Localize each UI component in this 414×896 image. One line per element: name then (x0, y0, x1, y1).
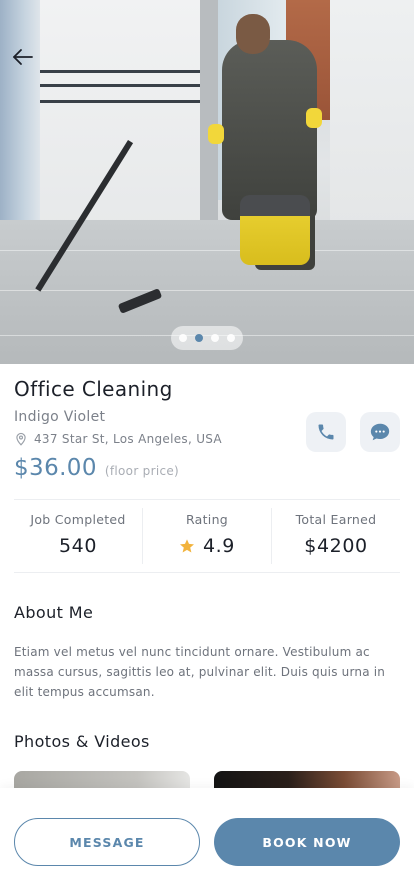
price-row: $36.00 (floor price) (14, 455, 179, 481)
stat-earned-label: Total Earned (295, 512, 377, 527)
address-row: 437 Star St, Los Angeles, USA (14, 432, 222, 446)
call-button[interactable] (306, 412, 346, 452)
hero-worker (222, 40, 317, 220)
stat-earned: Total Earned $4200 (271, 508, 400, 564)
hero-vacuum (240, 195, 310, 265)
location-pin-icon (16, 432, 26, 446)
chat-button[interactable] (360, 412, 400, 452)
bottom-action-bar: MESSAGE BOOK NOW (0, 788, 414, 896)
stat-earned-value: $4200 (304, 535, 368, 557)
stat-jobs-label: Job Completed (30, 512, 126, 527)
carousel-dot[interactable] (227, 334, 235, 342)
stat-jobs-value: 540 (58, 535, 98, 557)
stat-rating-value: 4.9 (202, 535, 236, 557)
stat-jobs: Job Completed 540 (14, 508, 142, 564)
address-text: 437 Star St, Los Angeles, USA (34, 432, 222, 446)
about-text: Etiam vel metus vel nunc tincidunt ornar… (14, 645, 386, 699)
back-arrow-icon (13, 49, 33, 65)
about-heading: About Me (14, 603, 94, 622)
hero-worker-head (236, 14, 270, 54)
divider (14, 572, 400, 573)
stat-rating-label: Rating (185, 512, 229, 527)
book-now-button[interactable]: BOOK NOW (214, 818, 400, 866)
message-button[interactable]: MESSAGE (14, 818, 200, 866)
hero-window (0, 0, 40, 230)
carousel-dot[interactable] (211, 334, 219, 342)
hero-wall (40, 0, 215, 230)
back-button[interactable] (8, 42, 38, 72)
provider-name: Indigo Violet (14, 409, 106, 425)
hero-pillar (200, 0, 218, 230)
carousel-indicator (171, 326, 243, 350)
stats-row: Job Completed 540 Rating 4.9 Total Earne… (14, 508, 400, 564)
service-title: Office Cleaning (14, 377, 173, 401)
divider (14, 499, 400, 500)
star-icon (179, 539, 194, 553)
hero-glove (306, 108, 322, 128)
stat-rating: Rating 4.9 (142, 508, 271, 564)
phone-icon (318, 424, 334, 440)
stat-rating-value-row: 4.9 (179, 535, 235, 557)
hero-glove (208, 124, 224, 144)
media-heading: Photos & Videos (14, 732, 150, 751)
hero-image (0, 0, 414, 364)
price-note: (floor price) (104, 464, 180, 478)
chat-icon (370, 423, 390, 441)
carousel-dot-active[interactable] (195, 334, 203, 342)
carousel-dot[interactable] (179, 334, 187, 342)
hero-right-wall (330, 0, 414, 230)
price-value: $36.00 (14, 455, 97, 481)
